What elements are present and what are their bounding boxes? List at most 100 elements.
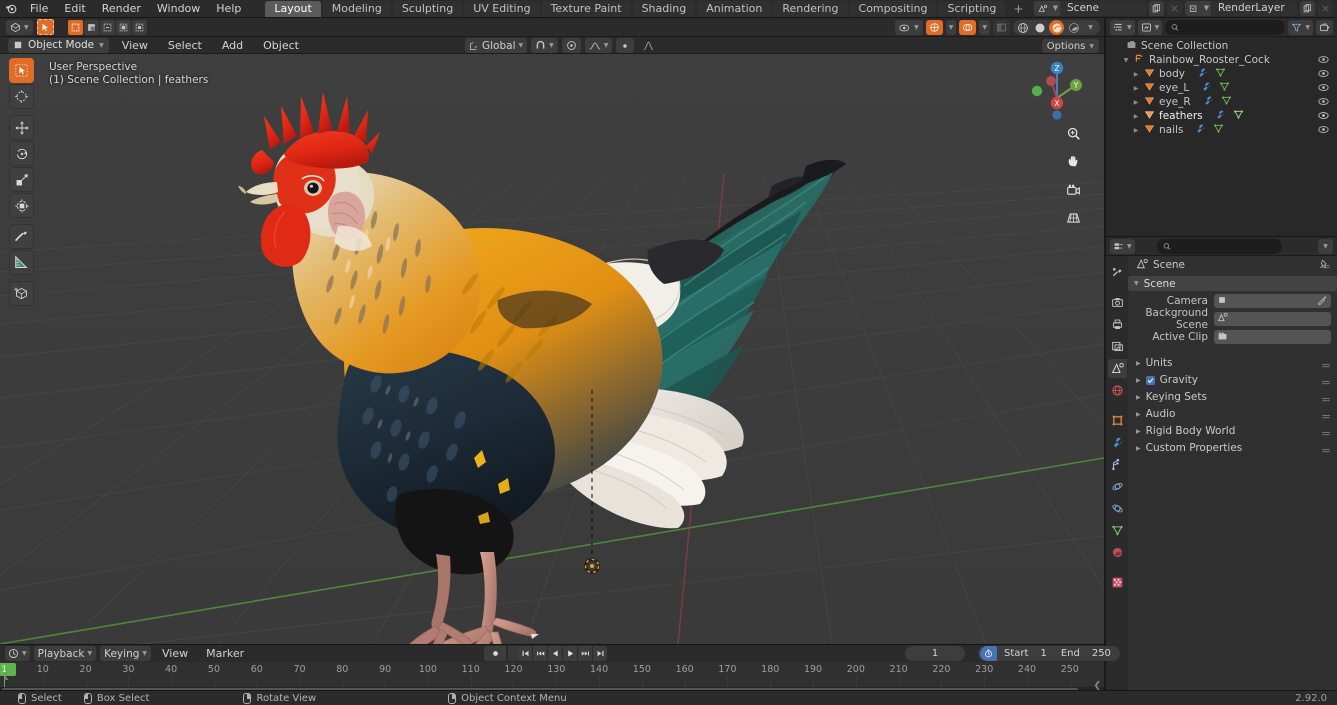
grid-perspective-icon[interactable] (1063, 207, 1084, 228)
workspace-tab-scripting[interactable]: Scripting (938, 0, 1006, 17)
mesh-triangle-icon[interactable] (1215, 67, 1226, 81)
visibility-eye-icon[interactable] (1318, 111, 1329, 123)
snap-toggle-button[interactable]: ▼ (531, 38, 558, 53)
expand-disclosure[interactable]: ▶ (1132, 127, 1140, 134)
viewport-menu-add[interactable]: Add (215, 37, 250, 54)
view-layer-name-value[interactable]: RenderLayer (1211, 1, 1297, 16)
mesh-triangle-icon[interactable] (1233, 109, 1244, 123)
visibility-eye-icon[interactable] (1318, 97, 1329, 109)
outliner-row-feathers[interactable]: ▶ feathers (1106, 109, 1337, 123)
properties-options-button[interactable]: ▼ (1318, 238, 1333, 254)
transform-icon[interactable] (9, 193, 34, 218)
new-scene-button[interactable] (1149, 1, 1164, 16)
outliner-row-rainbow-rooster-cock[interactable]: ▼ Rainbow_Rooster_Cock (1106, 53, 1337, 67)
3d-cursor-icon[interactable] (9, 84, 34, 109)
workspace-tab-rendering[interactable]: Rendering (773, 0, 848, 17)
rigid-body-world-panel[interactable]: ▶ Rigid Body World (1128, 423, 1337, 439)
magnifier-icon[interactable] (1063, 123, 1084, 144)
menu-file[interactable]: File (22, 1, 56, 17)
ruler-measure-icon[interactable] (9, 250, 34, 275)
hand-icon[interactable] (1063, 151, 1084, 172)
properties-search-box[interactable] (1156, 238, 1282, 254)
select-extend-button[interactable] (83, 19, 99, 35)
modifier-wrench-icon[interactable] (1195, 123, 1206, 137)
workspace-tab-modeling[interactable]: Modeling (322, 0, 391, 17)
timeline-menu-marker[interactable]: Marker (199, 645, 251, 662)
eyedropper-icon[interactable] (1317, 295, 1327, 308)
expand-disclosure[interactable]: ▶ (1132, 85, 1140, 92)
background-scene-field[interactable] (1214, 312, 1331, 326)
record-keyframe-icon[interactable] (484, 646, 506, 661)
xray-toggle-button[interactable] (993, 20, 1010, 35)
visibility-eye-icon[interactable] (1318, 83, 1329, 95)
modifier-wrench-icon[interactable] (1201, 81, 1212, 95)
timeline-menu-view[interactable]: View (155, 645, 195, 662)
scale-icon[interactable] (9, 167, 34, 192)
outliner-row-scene-collection[interactable]: Scene Collection (1106, 39, 1337, 53)
outliner-row-nails[interactable]: ▶ nails (1106, 123, 1337, 137)
camera-icon[interactable] (1063, 179, 1084, 200)
outliner-row-eye-r[interactable]: ▶ eye_R (1106, 95, 1337, 109)
current-frame-field[interactable]: 1 (905, 646, 965, 661)
shading-solid-button[interactable] (1032, 20, 1047, 35)
next-keyframe-icon[interactable] (578, 646, 592, 661)
filter-id-icon[interactable]: ▼ (1137, 19, 1163, 35)
object-visibility-dropdown[interactable]: ▼ (895, 20, 923, 35)
jump-start-icon[interactable] (518, 646, 532, 661)
mesh-triangle-icon[interactable] (1213, 123, 1224, 137)
proportional-falloff-button[interactable]: ▼ (584, 38, 613, 53)
outliner-display-mode-icon[interactable]: ▼ (1110, 19, 1135, 35)
viewport-options-button[interactable]: Options ▼ (1041, 39, 1099, 53)
viewport-menu-view[interactable]: View (115, 37, 155, 54)
custom-properties-panel[interactable]: ▶ Custom Properties (1128, 440, 1337, 456)
visibility-eye-icon[interactable] (1318, 55, 1329, 67)
viewport-axis-gizmo[interactable]: Z Y X (1024, 58, 1090, 120)
add-workspace-button[interactable]: + (1007, 2, 1029, 16)
add-cube-icon[interactable] (9, 281, 34, 306)
prev-keyframe-icon[interactable] (533, 646, 547, 661)
scene-name-value[interactable]: Scene (1060, 1, 1146, 16)
timeline-editor[interactable]: ▼ Playback ▼ Keying ▼ View Marker 1 Star… (0, 644, 1120, 691)
keying-sets-panel[interactable]: ▶ Keying Sets (1128, 389, 1337, 405)
expand-disclosure[interactable]: ▶ (1132, 99, 1140, 106)
proportional-curve-icon[interactable] (638, 38, 659, 53)
mesh-triangle-icon[interactable] (1221, 95, 1232, 109)
new-view-layer-button[interactable] (1300, 1, 1315, 16)
workspace-tab-animation[interactable]: Animation (697, 0, 772, 17)
camera-field[interactable] (1214, 294, 1331, 308)
shading-material-button[interactable] (1049, 20, 1064, 35)
funnel-filter-icon[interactable]: ▼ (1288, 19, 1313, 35)
gravity-panel[interactable]: ▶ Gravity (1128, 372, 1337, 388)
physics-orbit-icon[interactable] (1108, 477, 1127, 496)
jump-end-icon[interactable] (593, 646, 607, 661)
scene-dropdown-caret[interactable]: ▼ (1051, 1, 1060, 16)
outliner-search-box[interactable] (1165, 19, 1286, 35)
overlays-toggle-button[interactable] (959, 20, 977, 35)
viewport-menu-object[interactable]: Object (256, 37, 306, 54)
expand-disclosure[interactable]: ▼ (1122, 57, 1130, 64)
expand-disclosure[interactable]: ▶ (1132, 71, 1140, 78)
modifier-wrench-icon[interactable] (1215, 109, 1226, 123)
start-frame-field[interactable]: Start 1 (997, 648, 1054, 659)
mesh-triangle-icon[interactable] (1219, 81, 1230, 95)
menu-window[interactable]: Window (149, 1, 208, 17)
units-panel[interactable]: ▶ Units (1128, 355, 1337, 371)
editor-type-properties-icon[interactable]: ▼ (1110, 238, 1135, 254)
remove-view-layer-button[interactable] (1318, 1, 1333, 16)
gravity-checkbox[interactable] (1145, 375, 1155, 385)
workspace-tab-compositing[interactable]: Compositing (849, 0, 937, 17)
modifier-wrench-icon[interactable] (1203, 95, 1214, 109)
workspace-tab-uv-editing[interactable]: UV Editing (464, 0, 540, 17)
menu-help[interactable]: Help (208, 1, 249, 17)
play-icon[interactable] (563, 646, 577, 661)
pencil-annotate-icon[interactable] (9, 224, 34, 249)
overlays-dropdown[interactable]: ▼ (979, 20, 990, 35)
object-data-triangle-icon[interactable] (1108, 521, 1127, 540)
world-globe-icon[interactable] (1108, 381, 1127, 400)
timeline-menu-keying[interactable]: Keying ▼ (100, 646, 152, 661)
modifier-wrench-icon[interactable] (1197, 67, 1208, 81)
view-layer-dropdown-caret[interactable]: ▼ (1202, 1, 1211, 16)
view-layer-selector[interactable]: ▼ RenderLayer (1185, 1, 1297, 16)
outliner-editor[interactable]: ▼ ▼ ▼ Scene Collection ▼ Rainbow_Rooster… (1105, 18, 1337, 236)
unlink-scene-button[interactable] (1167, 1, 1182, 16)
